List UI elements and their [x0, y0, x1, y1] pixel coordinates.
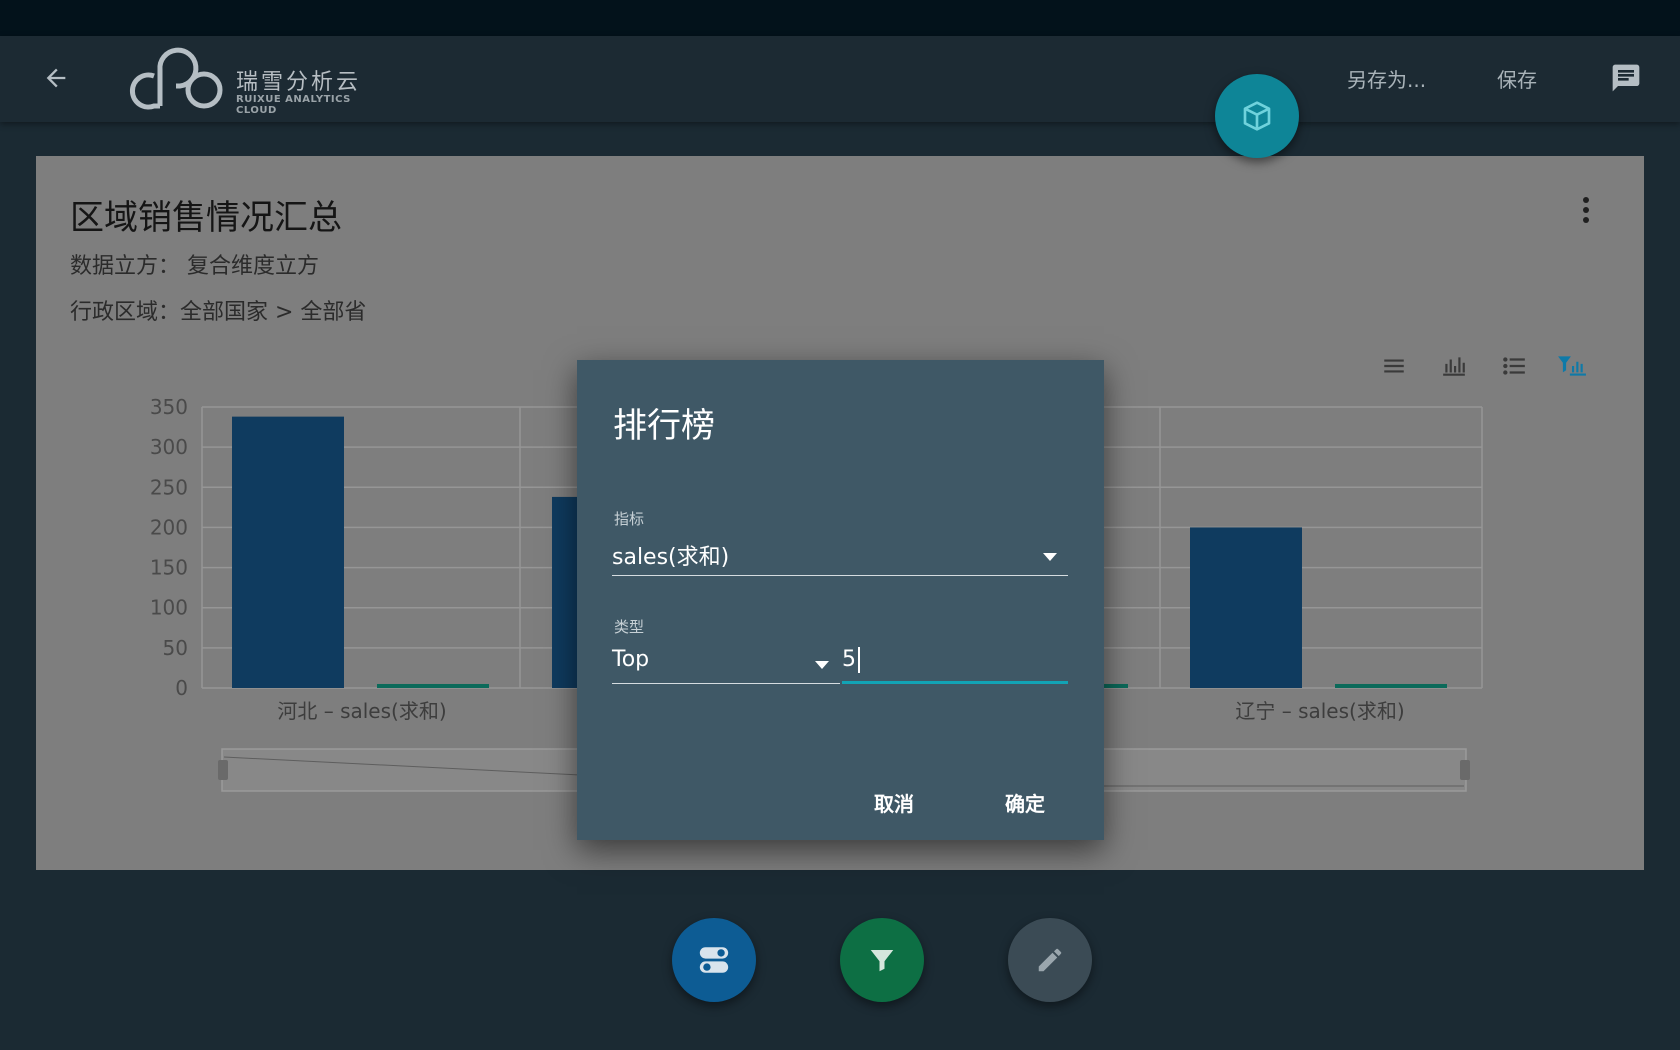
count-underline: [842, 681, 1068, 684]
chevron-down-icon: [1043, 553, 1057, 561]
text-cursor: [858, 647, 860, 673]
ranking-dialog: 排行榜 指标 sales(求和) 类型 Top 5 取消 确定: [577, 360, 1104, 840]
count-value: 5: [842, 647, 856, 672]
type-value: Top: [612, 647, 650, 672]
cancel-button[interactable]: 取消: [874, 788, 914, 817]
metric-underline: [612, 575, 1068, 576]
type-select[interactable]: Top: [612, 643, 840, 687]
ok-button[interactable]: 确定: [1005, 788, 1045, 817]
dialog-title: 排行榜: [613, 406, 715, 446]
chevron-down-icon: [815, 661, 829, 669]
type-underline: [612, 683, 840, 684]
count-input[interactable]: 5: [842, 643, 1068, 687]
metric-label: 指标: [614, 510, 645, 528]
metric-select[interactable]: sales(求和): [612, 535, 1068, 579]
type-label: 类型: [614, 618, 645, 636]
metric-value: sales(求和): [612, 545, 730, 570]
